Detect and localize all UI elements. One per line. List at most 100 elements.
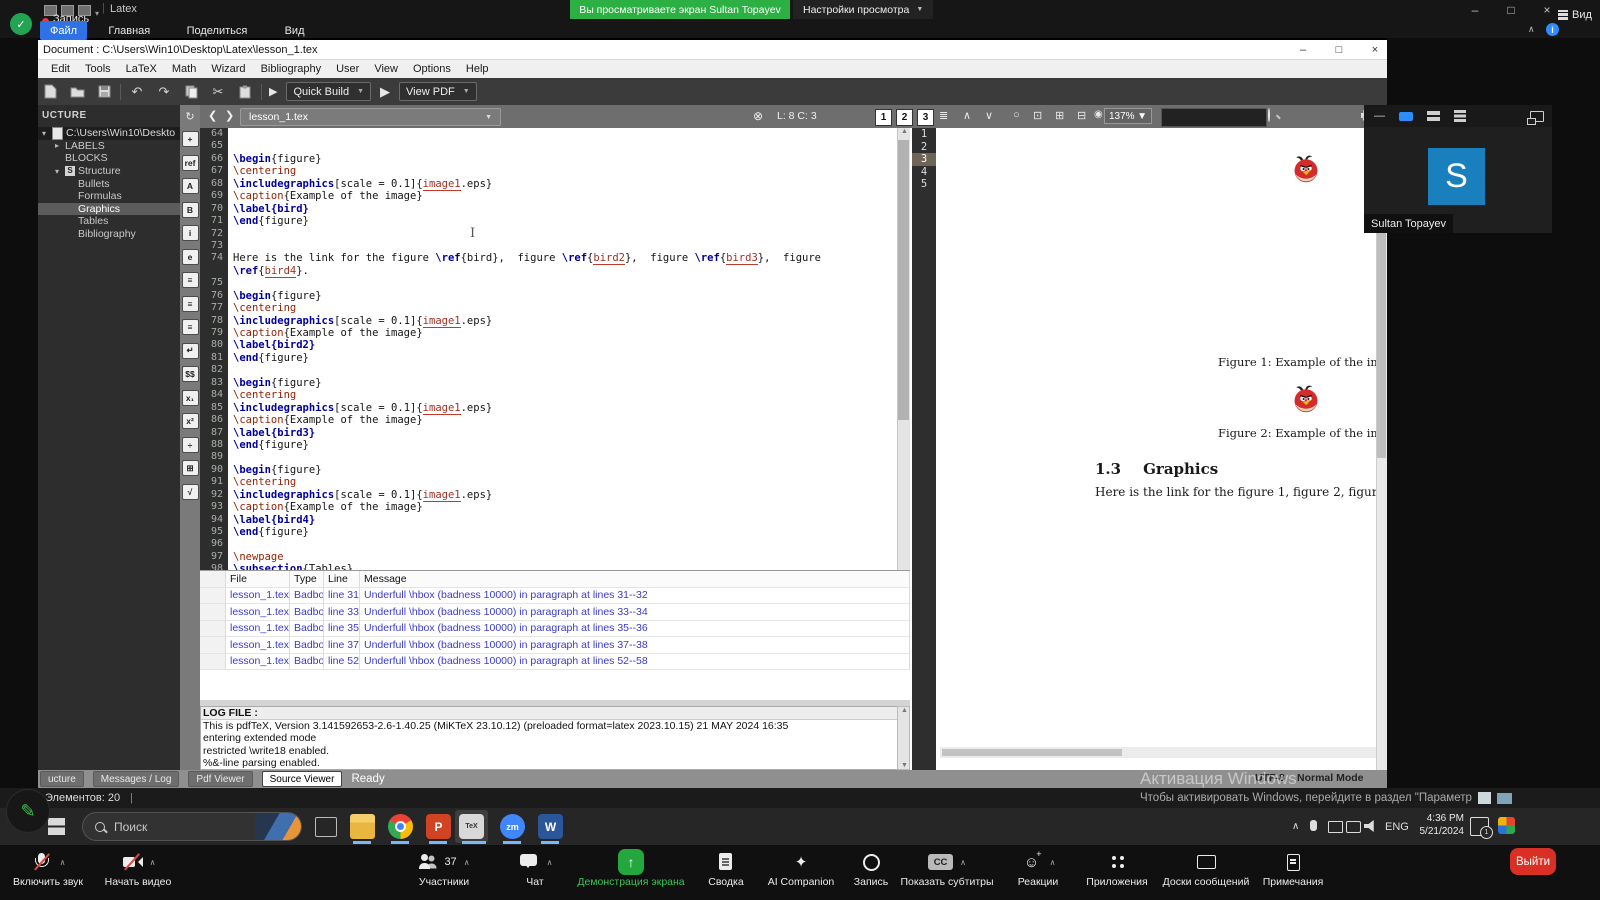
column-header-type[interactable]: Type	[290, 571, 324, 587]
search-icon[interactable]	[1268, 109, 1270, 121]
fit-page-icon[interactable]: ⊞	[1055, 109, 1064, 122]
status-tab-source-viewer[interactable]: Source Viewer	[262, 771, 343, 787]
symbol-button[interactable]: x²	[182, 413, 199, 429]
maximize-button[interactable]: □	[1325, 42, 1353, 58]
apps-button[interactable]: Приложения	[1076, 851, 1158, 888]
next-document-icon[interactable]: ❯	[225, 109, 234, 122]
symbol-button[interactable]: i	[182, 225, 199, 241]
code-ref-link[interactable]: image1	[423, 178, 461, 191]
task-view-button[interactable]	[315, 817, 337, 837]
minimize-button[interactable]: –	[1462, 2, 1488, 18]
leave-meeting-button[interactable]: Выйти	[1510, 848, 1556, 875]
menu-edit[interactable]: Edit	[51, 63, 70, 75]
pdf-page-item-3[interactable]: 3	[912, 153, 936, 166]
maximize-button[interactable]: □	[1498, 2, 1524, 18]
file-cell[interactable]: lesson_1.tex	[226, 604, 290, 620]
code-ref-link[interactable]: bird4	[265, 265, 297, 278]
copy-icon[interactable]	[182, 83, 200, 101]
pdf-zoom-select[interactable]: 137% ▼	[1104, 108, 1152, 124]
structure-item-graphics[interactable]: Graphics	[38, 203, 180, 216]
popout-panel-icon[interactable]	[1530, 111, 1544, 122]
redo-icon[interactable]: ↷	[155, 83, 173, 101]
notification-center-icon[interactable]: 1	[1470, 817, 1489, 836]
structure-item-c-users-win10-deskto[interactable]: ▾C:\Users\Win10\Deskto	[38, 127, 180, 140]
menu-math[interactable]: Math	[172, 63, 196, 75]
fit-width-icon[interactable]: ⊡	[1033, 109, 1042, 122]
type-cell[interactable]: Badbox	[290, 621, 324, 637]
message-cell[interactable]: Underfull \hbox (badness 10000) in parag…	[360, 588, 910, 604]
ribbon-tab-файл[interactable]: Файл	[40, 21, 87, 40]
close-document-icon[interactable]: ⊗	[753, 109, 763, 123]
chevron-up-icon[interactable]: ∧	[1528, 24, 1535, 35]
tree-down-arrow-icon[interactable]: ▾	[42, 129, 52, 138]
tray-app-icon[interactable]	[1498, 817, 1515, 834]
symbol-button[interactable]: e	[182, 249, 199, 265]
structure-item-tables[interactable]: Tables	[38, 215, 180, 228]
structure-item-structure[interactable]: ▾SStructure	[38, 165, 180, 178]
code-ref-link[interactable]: image1	[423, 489, 461, 502]
symbol-button[interactable]: ÷	[182, 437, 199, 453]
menu-help[interactable]: Help	[466, 63, 489, 75]
texmaker-taskbar-button[interactable]: TeX	[455, 810, 488, 843]
powerpoint-icon[interactable]: P	[426, 814, 451, 839]
symbol-button[interactable]: B	[182, 202, 199, 218]
eye-icon[interactable]: ◉	[1094, 109, 1103, 120]
structure-item-formulas[interactable]: Formulas	[38, 190, 180, 203]
tray-volume-icon[interactable]	[1364, 820, 1377, 832]
scroll-up-icon[interactable]: ▲	[898, 128, 911, 135]
menu-options[interactable]: Options	[413, 63, 451, 75]
chevron-up-icon[interactable]: ∧	[60, 858, 66, 867]
new-document-icon[interactable]	[41, 83, 59, 101]
taskbar-search[interactable]: Поиск	[82, 812, 302, 841]
tree-down-arrow-icon[interactable]: ▾	[55, 167, 65, 176]
tag-button-2[interactable]: 2	[896, 109, 913, 126]
gallery-view-icon[interactable]	[1454, 110, 1466, 122]
code-ref-link[interactable]: image1	[423, 315, 461, 328]
taskbar-clock[interactable]: 4:36 PM 5/21/2024	[1412, 812, 1464, 838]
symbol-button[interactable]: ref	[182, 155, 199, 171]
menu-tools[interactable]: Tools	[85, 63, 111, 75]
menu-bibliography[interactable]: Bibliography	[261, 63, 322, 75]
status-tab-messages-log[interactable]: Messages / Log	[93, 771, 180, 787]
prev-document-icon[interactable]: ❮	[208, 109, 217, 122]
type-cell[interactable]: Badbox	[290, 654, 324, 670]
type-cell[interactable]: Badbox	[290, 588, 324, 604]
message-cell[interactable]: Underfull \hbox (badness 10000) in parag…	[360, 637, 910, 653]
ribbon-tab-поделиться[interactable]: Поделиться	[177, 21, 258, 40]
code-editor[interactable]: \begin{figure}\centering\includegraphics…	[228, 128, 897, 570]
run-quick-build-icon[interactable]: ▶	[269, 85, 277, 98]
language-indicator[interactable]: ENG	[1385, 821, 1409, 833]
close-button[interactable]: ×	[1361, 42, 1389, 58]
mute-button[interactable]: ∧Включить звук	[6, 851, 90, 888]
run-view-pdf-icon[interactable]: ▶	[380, 84, 390, 100]
menu-latex[interactable]: LaTeX	[126, 63, 157, 75]
tray-mic-icon[interactable]	[1310, 820, 1317, 831]
cut-icon[interactable]: ✂	[209, 83, 227, 101]
message-cell[interactable]: Underfull \hbox (badness 10000) in parag…	[360, 621, 910, 637]
tag-button-1[interactable]: 1	[875, 109, 892, 126]
pdf-page-item-2[interactable]: 2	[912, 141, 936, 154]
security-shield-icon[interactable]: ✓	[10, 13, 32, 35]
status-tab-pdf-viewer[interactable]: Pdf Viewer	[188, 771, 252, 787]
scroll-down-icon[interactable]: ▼	[898, 762, 911, 769]
file-explorer-icon[interactable]	[350, 814, 375, 839]
notes-button[interactable]: Примечания	[1256, 851, 1330, 888]
structure-item-blocks[interactable]: BLOCKS	[38, 152, 180, 165]
ribbon-tab-главная[interactable]: Главная	[98, 21, 160, 40]
status-tab-ucture[interactable]: ucture	[40, 771, 84, 787]
pdf-page-item-5[interactable]: 5	[912, 178, 936, 191]
summary-button[interactable]: Сводка	[697, 851, 755, 888]
save-icon[interactable]	[95, 83, 113, 101]
symbol-button[interactable]: ≡	[182, 319, 199, 335]
message-row[interactable]: lesson_1.texBadboxline 33Underfull \hbox…	[200, 604, 910, 621]
code-ref-link[interactable]: bird2	[593, 252, 625, 265]
tree-right-arrow-icon[interactable]: ▸	[55, 141, 65, 150]
line-cell[interactable]: line 52	[324, 654, 360, 670]
type-cell[interactable]: Badbox	[290, 604, 324, 620]
view-settings-button[interactable]: Настройки просмотра ▼	[793, 0, 933, 19]
line-cell[interactable]: line 31	[324, 588, 360, 604]
menu-view[interactable]: View	[374, 63, 398, 75]
log-scrollbar[interactable]: ▲ ▼	[897, 706, 910, 770]
message-row[interactable]: lesson_1.texBadboxline 37Underfull \hbox…	[200, 637, 910, 654]
close-button[interactable]: ×	[1534, 2, 1560, 18]
